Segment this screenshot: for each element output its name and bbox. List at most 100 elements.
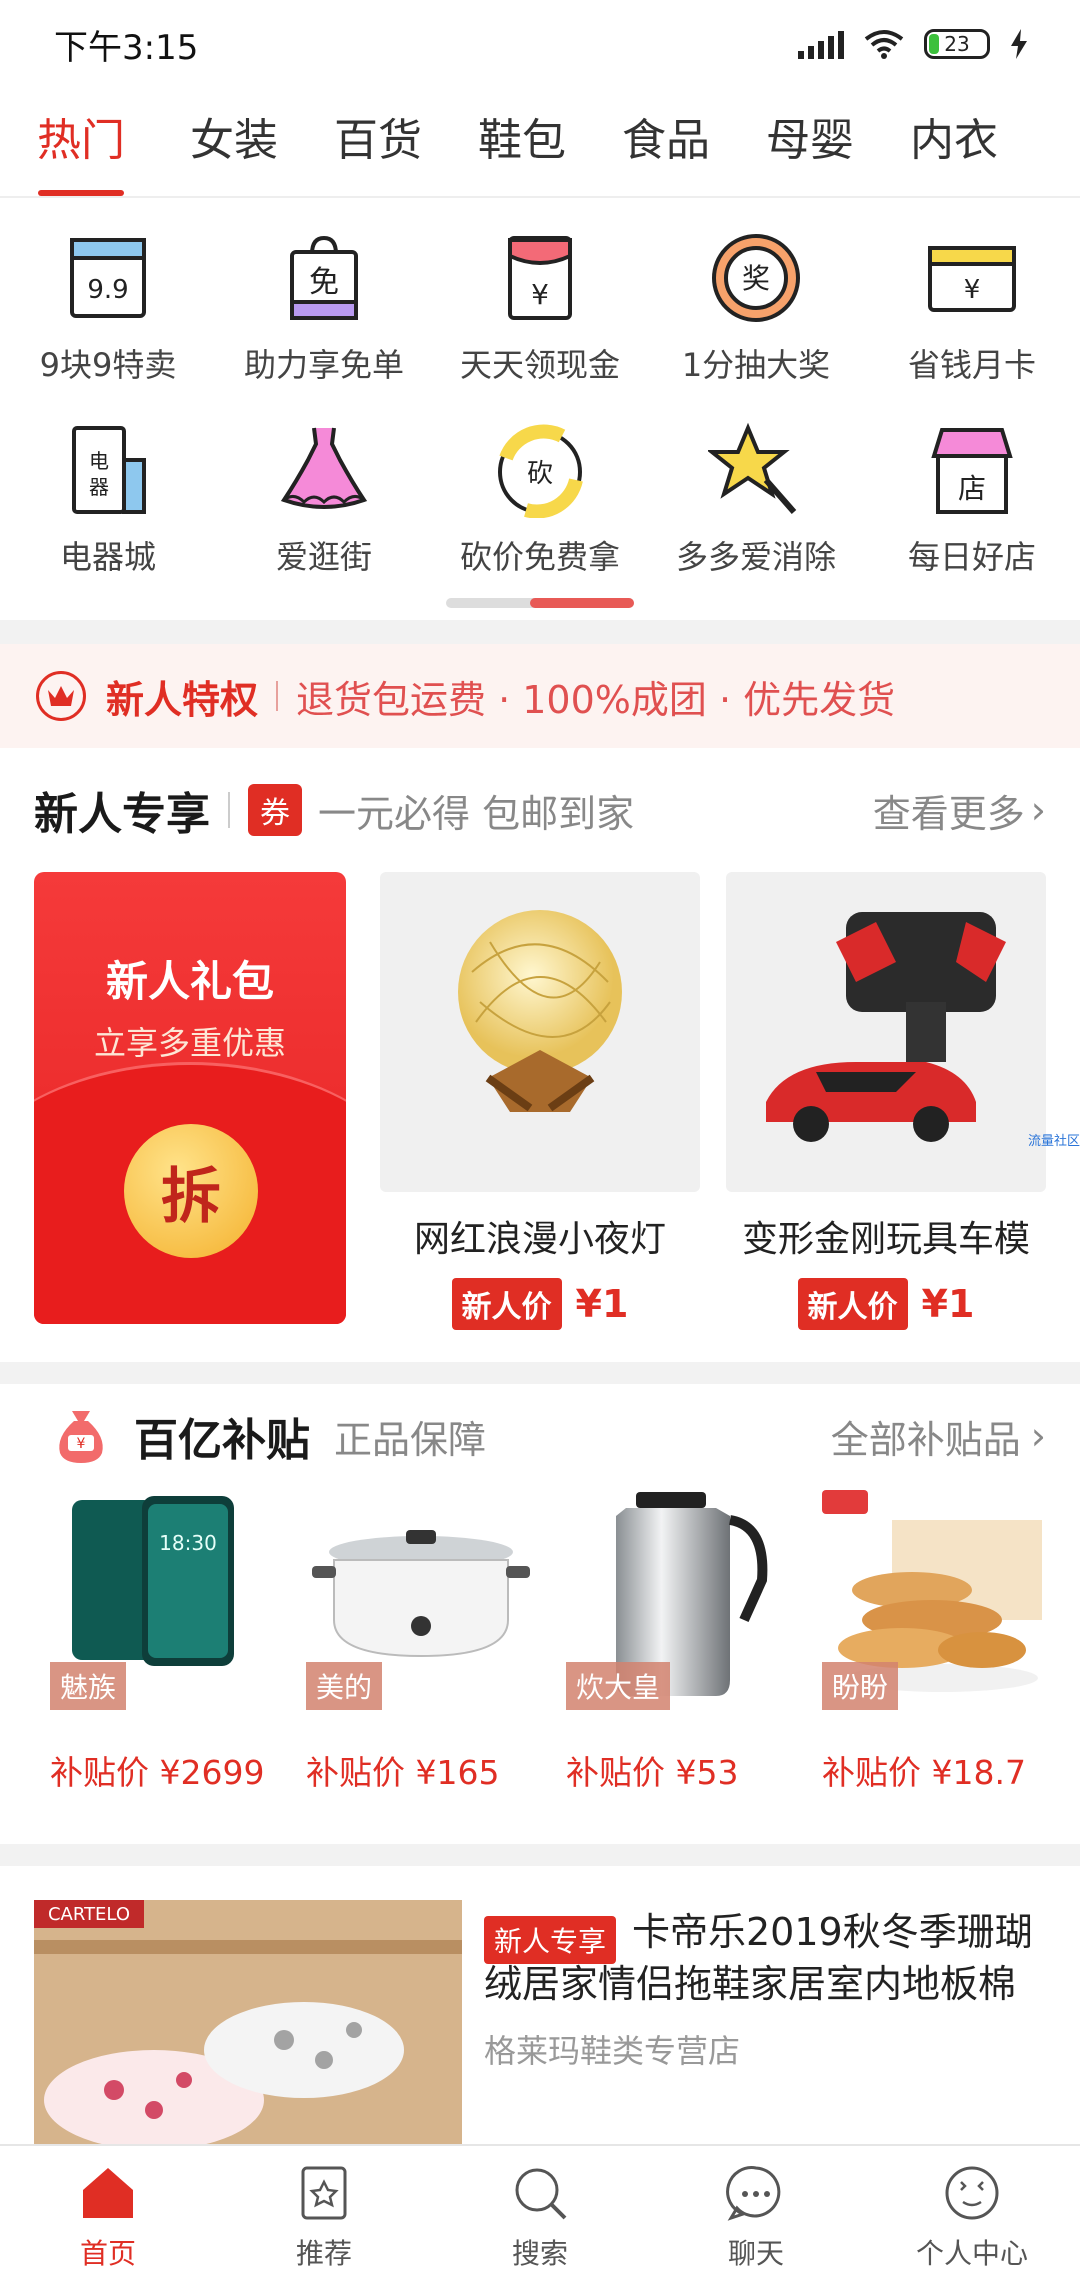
grid-item-lottery[interactable]: 奖 1分抽大奖 [648, 220, 864, 412]
grid-item-nine-nine[interactable]: 9.9 9块9特卖 [0, 220, 216, 412]
grid-item-free-order[interactable]: 免 助力享免单 [216, 220, 432, 412]
section-title: 百亿补贴 [134, 1415, 310, 1466]
subsidy-section-header: ¥ 百亿补贴 正品保障 全部补贴品 › [54, 1396, 1046, 1476]
chevron-right-icon: › [1030, 1414, 1046, 1458]
svg-text:电: 电 [89, 449, 109, 473]
grid-item-daily-shop[interactable]: 店 每日好店 [864, 412, 1080, 604]
status-bar: 下午3:15 23 [0, 0, 1080, 88]
grid-item-appliance[interactable]: 电 器 电器城 [0, 412, 216, 604]
new-user-gift-packet[interactable]: 新人礼包 立享多重优惠 拆 [34, 872, 346, 1324]
feed-shop-name[interactable]: 格莱玛鞋类专营店 [484, 2026, 740, 2072]
grid-item-daily-cash[interactable]: ¥ 天天领现金 [432, 220, 648, 412]
shop-icon: 店 [931, 428, 1013, 514]
grid-label: 助力享免单 [243, 346, 404, 384]
chevron-right-icon: › [1030, 788, 1046, 832]
product-image: 18:30 魅族 [50, 1490, 280, 1710]
card-glyph: ¥ [964, 275, 981, 305]
home-icon [83, 2168, 133, 2218]
product-card[interactable]: 网红浪漫小夜灯 新人价 ¥1 [380, 872, 700, 1330]
tab-baby[interactable]: 母婴 [738, 96, 882, 196]
search-icon [515, 2168, 567, 2220]
grid-label: 天天领现金 [459, 346, 620, 384]
view-more-link[interactable]: 查看更多 [873, 783, 1025, 838]
nav-chat[interactable]: 聊天 [648, 2146, 864, 2280]
new-user-price-tag: 新人价 [797, 1278, 908, 1330]
subsidy-price: 补贴价 ¥53 [566, 1753, 739, 1792]
nav-label: 聊天 [727, 2237, 784, 2270]
dress-icon [280, 427, 368, 509]
subsidy-item[interactable]: 盼盼 补贴价 ¥18.7 [822, 1490, 1052, 1830]
grid-item-bargain[interactable]: 砍 砍价免费拿 [432, 412, 648, 604]
feature-grid: 9.9 9块9特卖 免 助力享免单 ¥ 天天领现金 奖 1分抽大奖 ¥ 省钱月卡… [0, 220, 1080, 600]
battery-icon: 23 [924, 29, 990, 59]
nav-recommend[interactable]: 推荐 [216, 2146, 432, 2280]
card-icon: ¥ [928, 246, 1016, 312]
product-name: 网红浪漫小夜灯 [413, 1219, 666, 1260]
bargain-glyph: 砍 [527, 459, 553, 489]
bargain-icon: 砍 [498, 424, 583, 518]
grid-label: 电器城 [59, 538, 156, 576]
nav-search[interactable]: 搜索 [432, 2146, 648, 2280]
feed-product-image[interactable]: CARTELO [34, 1900, 462, 2144]
grid-label: 9块9特卖 [39, 346, 177, 384]
new-user-section-header: 新人专享 券 一元必得 包邮到家 查看更多 › [34, 770, 1046, 850]
tab-hot[interactable]: 热门 [0, 96, 162, 196]
cash-glyph: ¥ [531, 278, 549, 311]
nav-label: 搜索 [511, 2237, 568, 2270]
grid-item-month-card[interactable]: ¥ 省钱月卡 [864, 220, 1080, 412]
grid-label: 爱逛街 [275, 538, 372, 576]
subsidy-price: 补贴价 ¥2699 [50, 1753, 265, 1792]
product-image [380, 872, 700, 1192]
watermark-text: 流量社区 [1027, 1134, 1080, 1149]
brand-label: 美的 [306, 1662, 383, 1710]
tab-food[interactable]: 食品 [594, 96, 738, 196]
grid-item-match-game[interactable]: 多多爱消除 [648, 412, 864, 604]
free-glyph: 免 [309, 265, 339, 300]
grid-label: 省钱月卡 [907, 346, 1036, 384]
crown-icon [36, 671, 86, 721]
privilege-desc: 退货包运费 · 100%成团 · 优先发货 [296, 677, 896, 722]
subsidy-price: 补贴价 ¥165 [306, 1753, 500, 1792]
open-packet-button[interactable]: 拆 [124, 1124, 258, 1258]
privilege-title: 新人特权 [106, 677, 259, 722]
grid-item-shopping-street[interactable]: 爱逛街 [216, 412, 432, 604]
nav-label: 个人中心 [915, 2237, 1028, 2270]
section-divider [0, 1844, 1080, 1866]
subsidy-item[interactable]: 美的 补贴价 ¥165 [306, 1490, 536, 1830]
brand-label: 炊大皇 [566, 1662, 671, 1710]
brand-label: 盼盼 [822, 1662, 899, 1710]
nav-label: 首页 [79, 2237, 136, 2270]
svg-text:18:30: 18:30 [159, 1531, 217, 1555]
new-user-privilege-banner[interactable]: 新人特权 退货包运费 · 100%成团 · 优先发货 [0, 644, 1080, 748]
product-card[interactable]: 变形金刚玩具车模 新人价 ¥1 [726, 872, 1046, 1330]
subsidy-item[interactable]: 18:30 魅族 补贴价 ¥2699 [50, 1490, 280, 1830]
profile-icon [945, 2166, 999, 2220]
tab-electronics[interactable]: 电 [1026, 96, 1080, 196]
tab-general[interactable]: 百货 [306, 96, 450, 196]
grid-page-indicator [446, 598, 634, 608]
svg-text:器: 器 [89, 475, 109, 499]
product-image: 盼盼 [822, 1490, 1052, 1710]
subsidy-item[interactable]: 炊大皇 补贴价 ¥53 [566, 1490, 796, 1830]
tab-women[interactable]: 女装 [162, 96, 306, 196]
nine-nine-glyph: 9.9 [87, 275, 128, 305]
night-lamp-image [458, 910, 622, 1112]
nav-label: 推荐 [295, 2237, 352, 2270]
svg-text:¥: ¥ [77, 1436, 86, 1452]
all-subsidy-link[interactable]: 全部补贴品 [831, 1409, 1021, 1464]
section-title: 新人专享 [34, 789, 210, 840]
section-divider [0, 1362, 1080, 1384]
prize-icon: 奖 [712, 234, 800, 322]
image-logo: CARTELO [48, 1904, 130, 1925]
bottom-navigation: 首页 推荐 搜索 聊天 个人中心 [0, 2144, 1080, 2280]
category-tabs: 热门 女装 百货 鞋包 食品 母婴 内衣 电 [0, 96, 1080, 198]
grid-label: 多多爱消除 [675, 538, 836, 576]
tab-underwear[interactable]: 内衣 [882, 96, 1026, 196]
signal-icon [798, 29, 844, 59]
tab-shoes-bags[interactable]: 鞋包 [450, 96, 594, 196]
slippers-image: CARTELO [34, 1900, 462, 2144]
nav-profile[interactable]: 个人中心 [864, 2146, 1080, 2280]
product-image: 美的 [306, 1490, 536, 1710]
grid-label: 砍价免费拿 [459, 538, 620, 576]
nav-home[interactable]: 首页 [0, 2146, 216, 2280]
